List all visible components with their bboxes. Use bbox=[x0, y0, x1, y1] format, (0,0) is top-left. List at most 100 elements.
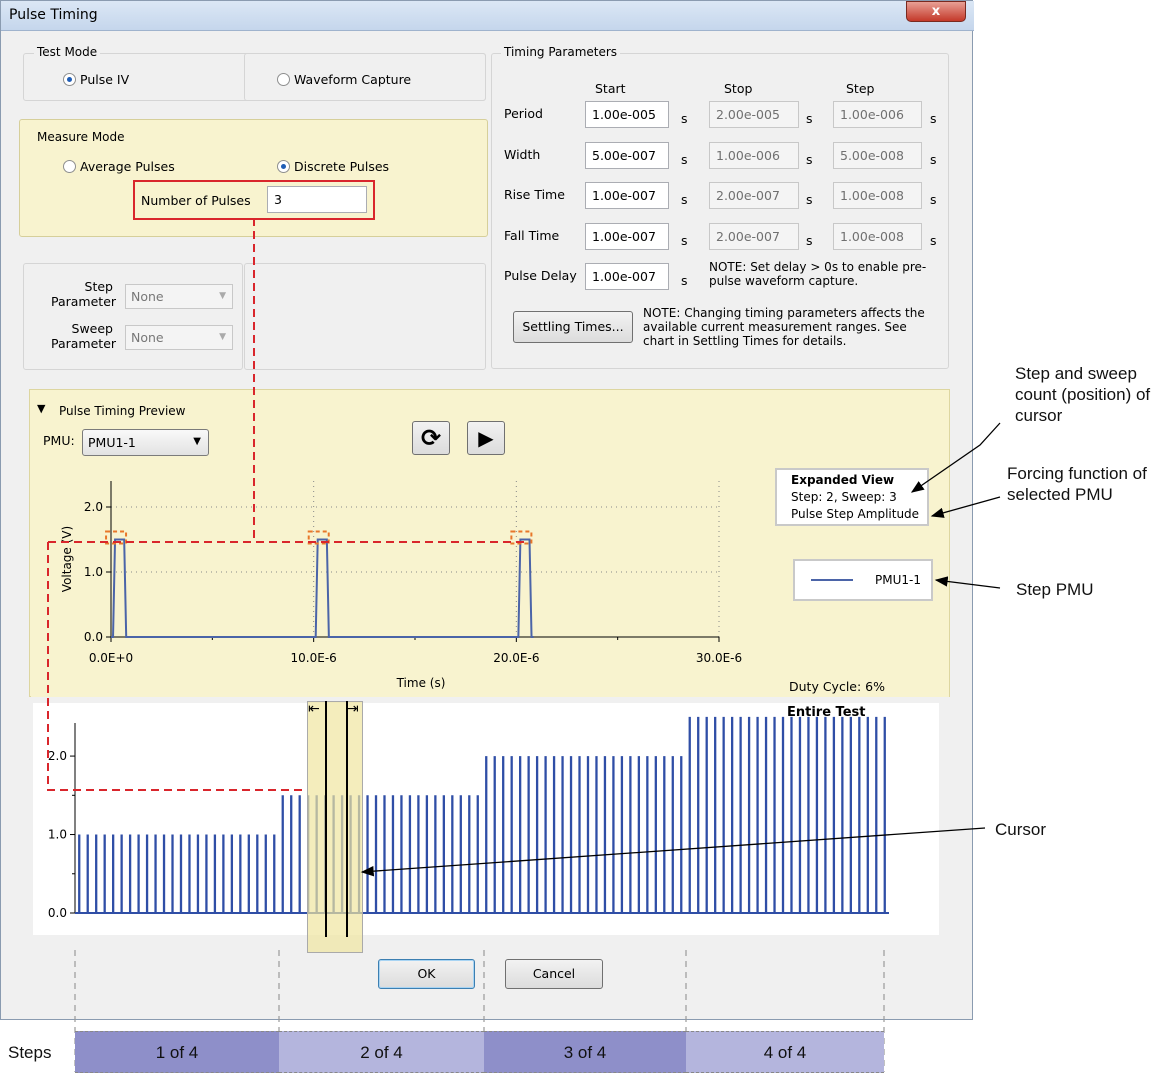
annotation-forcing-function: Forcing function of selected PMU bbox=[1007, 464, 1147, 504]
test-mode-label: Test Mode bbox=[34, 45, 101, 59]
timing-start-input[interactable]: 1.00e-007 bbox=[585, 263, 669, 290]
window-title: Pulse Timing bbox=[9, 7, 98, 23]
timing-unit: s bbox=[930, 111, 937, 126]
expanded-view-box: Expanded View Step: 2, Sweep: 3 Pulse St… bbox=[775, 468, 929, 526]
sweep-parameter-select[interactable]: None ▼ bbox=[125, 325, 233, 350]
timing-stop-input: 1.00e-006 bbox=[709, 142, 799, 169]
step-cell-2: 2 of 4 bbox=[279, 1031, 484, 1073]
y-tick-label: 1.0 bbox=[48, 828, 67, 842]
close-button[interactable]: x bbox=[906, 1, 966, 22]
timing-start-input[interactable]: 1.00e-007 bbox=[585, 223, 669, 250]
settling-times-button[interactable]: Settling Times... bbox=[513, 311, 633, 343]
refresh-icon: ⟳ bbox=[420, 424, 442, 452]
timing-unit: s bbox=[806, 192, 813, 207]
timing-unit: s bbox=[806, 111, 813, 126]
step-cell-1: 1 of 4 bbox=[75, 1031, 279, 1073]
timing-stop-input: 2.00e-007 bbox=[709, 223, 799, 250]
waveform-capture-radio[interactable]: Waveform Capture bbox=[277, 72, 411, 87]
timing-start-input[interactable]: 5.00e-007 bbox=[585, 142, 669, 169]
timing-unit: s bbox=[930, 152, 937, 167]
radio-selected-icon bbox=[63, 73, 76, 86]
settling-note: NOTE: Changing timing parameters affects… bbox=[643, 306, 925, 348]
timing-step-input: 1.00e-006 bbox=[833, 101, 922, 128]
step-header: Step bbox=[846, 81, 875, 96]
step-parameter-label: Step Parameter bbox=[51, 279, 117, 309]
annotation-step-pmu: Step PMU bbox=[1016, 580, 1094, 599]
delay-note: NOTE: Set delay > 0s to enable pre-pulse… bbox=[709, 260, 927, 288]
radio-unselected-icon bbox=[63, 160, 76, 173]
refresh-button[interactable]: ⟳ bbox=[412, 421, 450, 455]
radio-selected-icon bbox=[277, 160, 290, 173]
ok-button[interactable]: OK bbox=[378, 959, 475, 989]
stop-header: Stop bbox=[724, 81, 753, 96]
play-button[interactable]: ▶ bbox=[467, 421, 505, 455]
annotation-cursor: Cursor bbox=[995, 820, 1047, 839]
discrete-pulses-label: Discrete Pulses bbox=[294, 159, 390, 174]
expanded-view-title: Expanded View bbox=[791, 473, 895, 487]
legend-box: PMU1-1 bbox=[793, 559, 933, 601]
radio-unselected-icon bbox=[277, 73, 290, 86]
timing-parameters-label: Timing Parameters bbox=[501, 45, 621, 59]
pmu-label: PMU: bbox=[43, 433, 75, 448]
timing-unit: s bbox=[681, 192, 688, 207]
y-tick-label: 0.0 bbox=[48, 906, 67, 920]
average-pulses-label: Average Pulses bbox=[80, 159, 175, 174]
legend-swatch bbox=[811, 579, 853, 581]
timing-unit: s bbox=[681, 273, 688, 288]
average-pulses-radio[interactable]: Average Pulses bbox=[63, 159, 175, 174]
measure-mode-label: Measure Mode bbox=[34, 130, 128, 144]
annotation-cursor-position: Step and sweep count (position) of curso… bbox=[1015, 364, 1151, 425]
cursor-region[interactable] bbox=[307, 701, 363, 953]
y-axis-label: Voltage (V) bbox=[60, 526, 74, 592]
chevron-down-icon: ▼ bbox=[219, 291, 226, 301]
chevron-down-icon: ▼ bbox=[219, 332, 226, 342]
timing-row-label: Fall Time bbox=[504, 228, 560, 243]
pmu-select-value: PMU1-1 bbox=[88, 435, 136, 450]
y-tick-label: 2.0 bbox=[84, 500, 103, 514]
title-bar: Pulse Timing bbox=[1, 1, 974, 31]
timing-unit: s bbox=[806, 152, 813, 167]
timing-unit: s bbox=[806, 233, 813, 248]
expanded-view-step-sweep: Step: 2, Sweep: 3 bbox=[791, 490, 897, 504]
timing-unit: s bbox=[681, 152, 688, 167]
pulse-iv-radio[interactable]: Pulse IV bbox=[63, 72, 129, 87]
sweep-parameter-label: Sweep Parameter bbox=[51, 321, 117, 351]
duty-cycle: Duty Cycle: 6% bbox=[789, 679, 885, 694]
timing-row-label: Period bbox=[504, 106, 543, 121]
legend-label: PMU1-1 bbox=[875, 573, 921, 587]
drag-left-arrow-icon[interactable]: ⇤ bbox=[308, 701, 320, 717]
pulse-timing-dialog: Pulse Timing x Test Mode Pulse IV Wavefo… bbox=[0, 0, 974, 1020]
waveform-capture-label: Waveform Capture bbox=[294, 72, 412, 87]
x-tick-label: 30.0E-6 bbox=[696, 651, 742, 665]
step-parameter-select[interactable]: None ▼ bbox=[125, 284, 233, 309]
play-icon: ▶ bbox=[478, 426, 494, 450]
timing-start-input[interactable]: 1.00e-005 bbox=[585, 101, 669, 128]
cursor-line-right[interactable] bbox=[346, 701, 348, 937]
timing-step-input: 1.00e-008 bbox=[833, 182, 922, 209]
x-tick-label: 10.0E-6 bbox=[291, 651, 337, 665]
start-header: Start bbox=[595, 81, 626, 96]
timing-start-input[interactable]: 1.00e-007 bbox=[585, 182, 669, 209]
num-pulses-input[interactable]: 3 bbox=[267, 186, 367, 213]
cursor-line-left[interactable] bbox=[325, 701, 327, 937]
collapse-triangle-icon[interactable]: ▼ bbox=[37, 402, 45, 415]
y-tick-label: 2.0 bbox=[48, 749, 67, 763]
cancel-button[interactable]: Cancel bbox=[505, 959, 603, 989]
timing-step-input: 5.00e-008 bbox=[833, 142, 922, 169]
timing-unit: s bbox=[930, 233, 937, 248]
timing-stop-input: 2.00e-005 bbox=[709, 101, 799, 128]
x-tick-label: 0.0E+0 bbox=[89, 651, 133, 665]
timing-step-input: 1.00e-008 bbox=[833, 223, 922, 250]
sweep-parameter-value: None bbox=[131, 330, 164, 345]
timing-unit: s bbox=[681, 111, 688, 126]
drag-right-arrow-icon[interactable]: ⇥ bbox=[347, 701, 359, 717]
timing-row-label: Width bbox=[504, 147, 541, 162]
discrete-pulses-radio[interactable]: Discrete Pulses bbox=[277, 159, 389, 174]
pulse-iv-label: Pulse IV bbox=[80, 72, 130, 87]
y-tick-label: 1.0 bbox=[84, 565, 103, 579]
pmu-select[interactable]: PMU1-1 ▼ bbox=[82, 429, 209, 456]
chevron-down-icon: ▼ bbox=[193, 436, 201, 447]
steps-label: Steps bbox=[8, 1043, 52, 1062]
timing-row-label: Pulse Delay bbox=[504, 268, 577, 283]
parameter-group-right bbox=[244, 263, 486, 370]
